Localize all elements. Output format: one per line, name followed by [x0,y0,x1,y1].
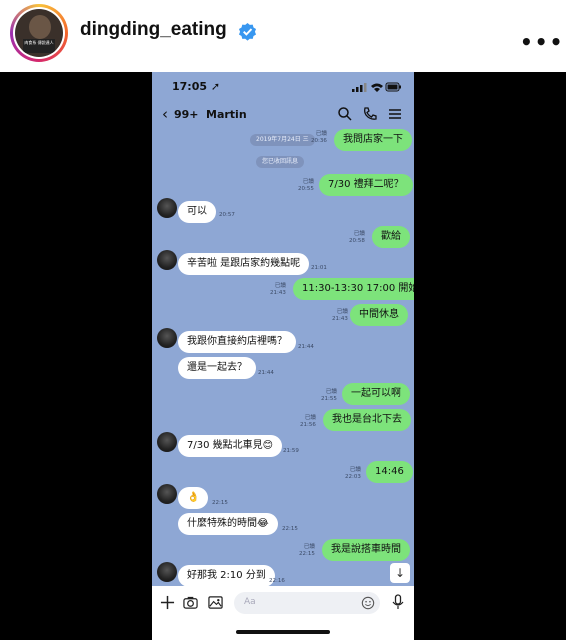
my-message[interactable]: 一起可以啊 [342,383,410,405]
more-options-button[interactable]: ••• [520,30,564,54]
message-meta: 已讀 21:56 [300,415,316,428]
scroll-down-button[interactable]: ↓ [390,563,410,583]
my-message[interactable]: 我是說搭車時間 [322,539,410,561]
input-bar: Aa [152,586,414,640]
phone-icon[interactable] [362,106,378,122]
their-message[interactable]: 還是一起去？ [178,357,256,379]
contact-avatar[interactable] [157,562,177,582]
avatar-text: 肉食系 傳說達人 [23,39,55,53]
message-meta: 已讀 20:55 [298,179,314,192]
message-meta: 已讀 21:43 [270,283,286,296]
username[interactable]: dingding_eating [80,19,227,41]
message-time: 21:44 [258,370,274,376]
message-meta: 已讀 20:58 [349,231,365,244]
menu-icon[interactable] [387,106,403,122]
contact-avatar[interactable] [157,198,177,218]
camera-icon[interactable] [183,595,198,610]
message-time: 22:15 [212,500,228,506]
their-message[interactable]: 可以 [178,201,216,223]
message-meta: 已讀 21:55 [321,389,337,402]
their-message[interactable]: 我跟你直接約店裡嗎？ [178,331,296,353]
search-icon[interactable] [337,106,353,122]
their-message[interactable]: 什麼特殊的時間😂 [178,513,278,535]
back-button[interactable]: ‹ [162,105,168,123]
my-message[interactable]: 中間休息 [350,304,408,326]
their-message[interactable]: 辛苦啦 是跟店家約幾點呢 [178,253,310,275]
contact-name[interactable]: Martin [206,108,247,121]
contact-avatar[interactable] [157,484,177,504]
their-message[interactable]: 7/30 幾點北車見😊 [178,435,283,457]
profile-avatar[interactable]: 肉食系 傳說達人 [10,4,68,62]
status-icons [352,82,401,92]
message-meta: 已讀 21:43 [332,309,348,322]
my-message[interactable]: 11:30-13:30 17:00 開始 [293,278,414,300]
their-message[interactable]: 👌 [178,487,209,509]
message-time: 20:57 [219,212,235,218]
message-time: 21:01 [311,265,327,271]
mic-icon[interactable] [391,594,405,610]
message-time: 21:59 [283,448,299,454]
date-pill: 2019年7月24日 三 [250,134,315,146]
contact-avatar[interactable] [157,250,177,270]
emoji-icon[interactable] [361,596,375,610]
my-message[interactable]: 我問店家一下 [334,129,412,151]
contact-avatar[interactable] [157,432,177,452]
status-bar: 17:05 ➚ [152,72,414,100]
chat-screenshot: 17:05 ➚ ‹ 99+ Martin 2019年7月24日 三 您已收回訊息… [152,72,414,640]
message-time: 22:16 [269,578,285,584]
my-message[interactable]: 14:46 [366,461,413,483]
message-time: 22:15 [282,526,298,532]
message-meta: 已讀 22:03 [345,467,361,480]
my-message[interactable]: 7/30 禮拜二呢？ [319,174,413,196]
message-meta: 已讀 22:15 [299,544,315,557]
message-input[interactable]: Aa [234,592,380,614]
my-message[interactable]: 歡給 [372,226,410,248]
my-message[interactable]: 我也是台北下去 [323,409,411,431]
contact-avatar[interactable] [157,328,177,348]
message-time: 21:44 [298,344,314,350]
image-icon[interactable] [208,595,223,610]
verified-badge-icon [238,22,257,41]
chat-topbar: ‹ 99+ Martin [152,100,414,130]
input-placeholder: Aa [244,597,256,607]
post-header: 肉食系 傳說達人 dingding_eating ••• [0,0,566,72]
their-message[interactable]: 好那我 2:10 分到 [178,565,275,587]
home-indicator [236,630,330,634]
unsent-notice: 您已收回訊息 [256,156,305,168]
plus-icon[interactable] [160,595,175,610]
message-meta: 已讀 20:36 [311,131,327,144]
unread-count: 99+ [174,108,199,121]
status-time: 17:05 ➚ [172,80,221,93]
